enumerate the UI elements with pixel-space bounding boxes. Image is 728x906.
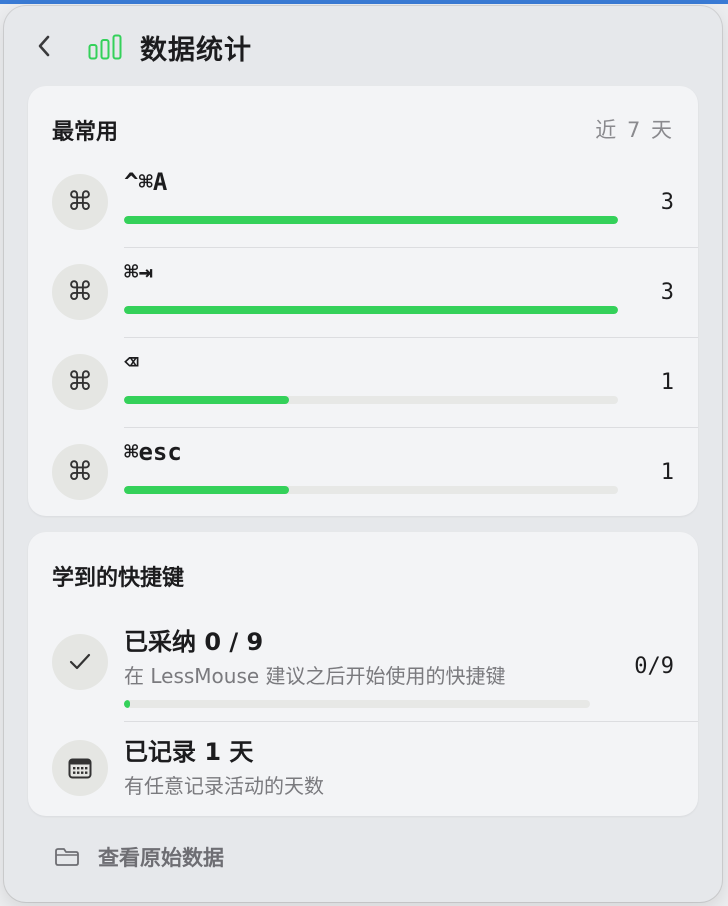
- checkmark-icon: [52, 634, 108, 690]
- usage-count: 1: [660, 370, 674, 395]
- usage-count: 3: [660, 190, 674, 215]
- command-icon: ⌘: [52, 354, 108, 410]
- most-used-title: 最常用: [52, 120, 119, 145]
- usage-count: 3: [660, 280, 674, 305]
- shortcut-label: ⌘⇥: [124, 258, 153, 286]
- usage-bar-fill: [124, 396, 289, 404]
- command-icon: ⌘: [52, 264, 108, 320]
- shortcut-row: ⌘ ⌘esc 1: [28, 428, 698, 518]
- learned-shortcuts-card: 学到的快捷键 已采纳 0 / 9 在 LessMouse 建议之后开始使用的快捷…: [28, 532, 698, 816]
- usage-bar: [124, 306, 618, 314]
- usage-bar-fill: [124, 216, 618, 224]
- back-button[interactable]: [32, 32, 56, 60]
- calendar-icon: [52, 740, 108, 796]
- command-icon: ⌘: [52, 174, 108, 230]
- page-title: 数据统计: [140, 35, 252, 66]
- chevron-left-icon: [38, 35, 50, 57]
- recorded-title: 已记录 1 天: [124, 738, 254, 766]
- adopted-row: 已采纳 0 / 9 在 LessMouse 建议之后开始使用的快捷键 0/9: [28, 608, 698, 722]
- period-label: 近 7 天: [595, 118, 674, 142]
- shortcut-label: ⌫: [124, 348, 139, 376]
- usage-bar: [124, 216, 618, 224]
- shortcut-row: ⌘ ⌘⇥ 3: [28, 248, 698, 338]
- usage-bar: [124, 486, 618, 494]
- learned-title: 学到的快捷键: [52, 566, 185, 591]
- recorded-subtitle: 有任意记录活动的天数: [124, 774, 324, 798]
- shortcut-label: ⌘esc: [124, 438, 182, 466]
- adopted-progress-bar: [124, 700, 590, 708]
- recorded-row: 已记录 1 天 有任意记录活动的天数: [28, 722, 698, 812]
- view-raw-data-link[interactable]: 查看原始数据: [54, 842, 224, 872]
- shortcut-label: ^⌘A: [124, 168, 168, 196]
- adopted-subtitle: 在 LessMouse 建议之后开始使用的快捷键: [124, 664, 506, 688]
- view-raw-data-label: 查看原始数据: [98, 846, 224, 870]
- adopted-progress-fill: [124, 700, 130, 708]
- header: 数据统计: [4, 6, 722, 86]
- usage-bar-fill: [124, 486, 289, 494]
- usage-count: 1: [660, 460, 674, 485]
- usage-bar: [124, 396, 618, 404]
- desktop-background: [0, 0, 728, 4]
- stats-panel: 数据统计 最常用 近 7 天 ⌘ ^⌘A 3 ⌘ ⌘⇥ 3 ⌘ ⌫ 1 ⌘ ⌘e…: [4, 6, 722, 902]
- command-icon: ⌘: [52, 444, 108, 500]
- usage-bar-fill: [124, 306, 618, 314]
- adopted-title: 已采纳 0 / 9: [124, 628, 264, 656]
- shortcut-row: ⌘ ⌫ 1: [28, 338, 698, 428]
- most-used-card: 最常用 近 7 天 ⌘ ^⌘A 3 ⌘ ⌘⇥ 3 ⌘ ⌫ 1 ⌘ ⌘esc 1: [28, 86, 698, 516]
- folder-icon: [55, 848, 79, 866]
- bar-chart-icon: [88, 34, 122, 60]
- shortcut-row: ⌘ ^⌘A 3: [28, 158, 698, 248]
- adopted-count: 0/9: [634, 654, 674, 679]
